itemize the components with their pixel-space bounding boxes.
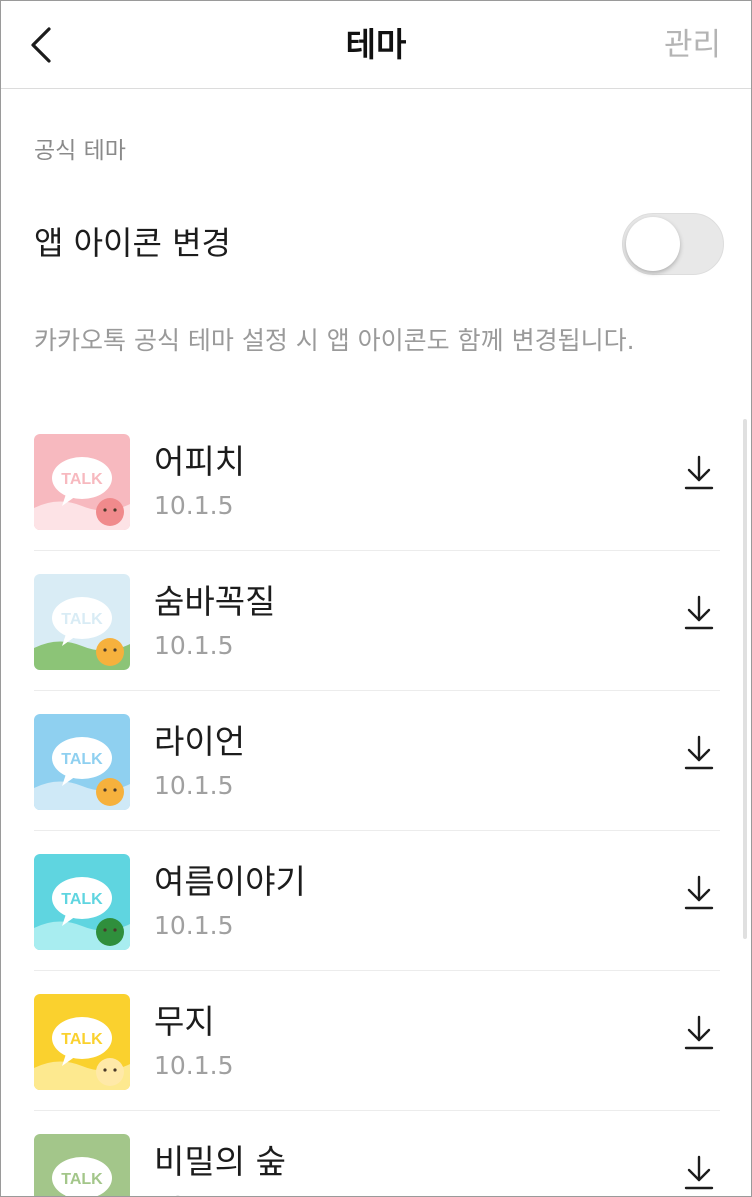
theme-thumbnail: TALK — [34, 574, 130, 670]
theme-name: 여름이야기 — [154, 862, 306, 901]
download-button[interactable] — [684, 595, 714, 631]
theme-item[interactable]: TALK 무지 10.1.5 — [34, 971, 720, 1111]
theme-version: 10.1.5 — [154, 771, 234, 800]
scrollbar[interactable] — [743, 419, 747, 939]
theme-item[interactable]: TALK 라이언 10.1.5 — [34, 691, 720, 831]
talk-badge-text: TALK — [61, 751, 103, 768]
talk-badge-text: TALK — [61, 891, 103, 908]
theme-name: 라이언 — [154, 722, 246, 761]
download-button[interactable] — [684, 735, 714, 771]
navigation-bar: 테마 관리 — [1, 1, 751, 89]
theme-item[interactable]: TALK 숨바꼭질 10.1.5 — [34, 551, 720, 691]
theme-thumbnail: TALK — [34, 1134, 130, 1196]
talk-badge-text: TALK — [61, 1171, 103, 1188]
theme-version: 10.1.5 — [154, 1189, 234, 1196]
download-button[interactable] — [684, 1155, 714, 1191]
theme-thumbnail: TALK — [34, 854, 130, 950]
download-button[interactable] — [684, 1015, 714, 1051]
download-icon — [684, 595, 714, 630]
theme-version: 10.1.5 — [154, 1051, 234, 1080]
helper-text: 카카오톡 공식 테마 설정 시 앱 아이콘도 함께 변경됩니다. — [34, 326, 635, 355]
download-button[interactable] — [684, 875, 714, 911]
toggle-label: 앱 아이콘 변경 — [34, 224, 231, 262]
theme-name: 숨바꼭질 — [154, 582, 276, 621]
download-icon — [684, 1155, 714, 1190]
download-icon — [684, 735, 714, 770]
theme-list: TALK 어피치 10.1.5 TALK 숨바꼭질 10.1.5 TALK 라이… — [34, 411, 720, 1196]
theme-name: 무지 — [154, 1002, 215, 1041]
talk-badge-text: TALK — [61, 471, 103, 488]
section-label: 공식 테마 — [34, 138, 126, 164]
ryan-thumbnail: TALK — [34, 714, 130, 810]
theme-screen: 테마 관리 공식 테마 앱 아이콘 변경 카카오톡 공식 테마 설정 시 앱 아… — [0, 0, 752, 1197]
toggle-knob — [626, 217, 680, 271]
download-icon — [684, 1015, 714, 1050]
theme-item[interactable]: TALK 여름이야기 10.1.5 — [34, 831, 720, 971]
talk-badge-text: TALK — [61, 611, 103, 628]
theme-version: 10.1.5 — [154, 631, 234, 660]
download-icon — [684, 455, 714, 490]
theme-name: 비밀의 숲 — [154, 1142, 286, 1181]
download-icon — [684, 875, 714, 910]
page-title: 테마 — [345, 25, 407, 64]
theme-item[interactable]: TALK 비밀의 숲 10.1.5 — [34, 1111, 720, 1196]
theme-name: 어피치 — [154, 442, 246, 481]
theme-thumbnail: TALK — [34, 714, 130, 810]
theme-version: 10.1.5 — [154, 491, 234, 520]
theme-thumbnail: TALK — [34, 434, 130, 530]
summer-story-thumbnail: TALK — [34, 854, 130, 950]
apeach-thumbnail: TALK — [34, 434, 130, 530]
download-button[interactable] — [684, 455, 714, 491]
hide-and-seek-thumbnail: TALK — [34, 574, 130, 670]
app-icon-change-row: 앱 아이콘 변경 — [34, 213, 724, 277]
theme-version: 10.1.5 — [154, 911, 234, 940]
muzi-thumbnail: TALK — [34, 994, 130, 1090]
talk-badge-text: TALK — [61, 1031, 103, 1048]
theme-item[interactable]: TALK 어피치 10.1.5 — [34, 411, 720, 551]
app-icon-change-toggle[interactable] — [622, 213, 724, 275]
theme-thumbnail: TALK — [34, 994, 130, 1090]
secret-forest-thumbnail: TALK — [34, 1134, 130, 1196]
manage-button[interactable]: 관리 — [664, 23, 721, 67]
